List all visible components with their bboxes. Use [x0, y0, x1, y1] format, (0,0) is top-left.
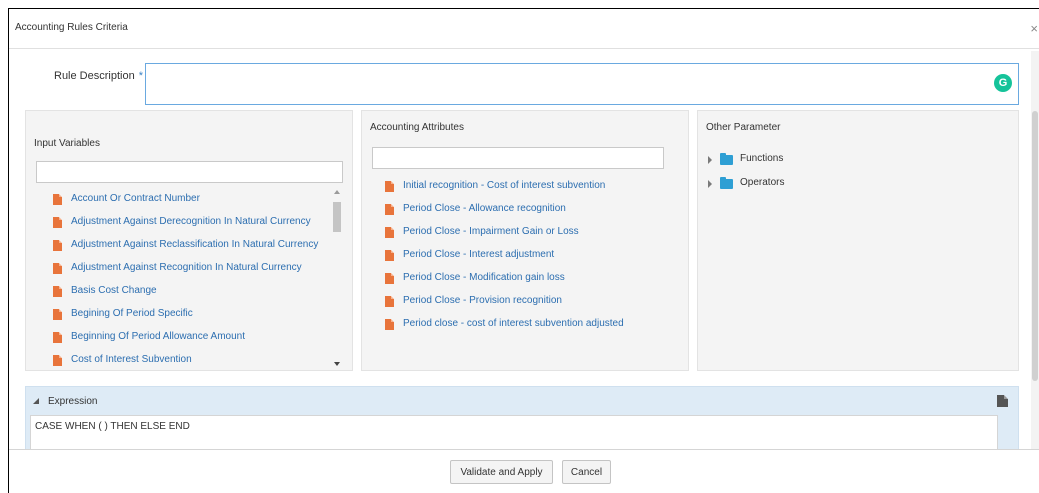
- folder-icon: [720, 153, 733, 165]
- list-item-label: Period Close - Modification gain loss: [403, 272, 565, 283]
- dialog-header: Accounting Rules Criteria ×: [9, 9, 1039, 49]
- scroll-up-icon[interactable]: [334, 190, 340, 194]
- input-variables-scrollbar[interactable]: [332, 190, 342, 366]
- expression-section: Expression CASE WHEN ( ) THEN ELSE END: [25, 386, 1019, 456]
- tree-node-label: Functions: [740, 153, 784, 164]
- document-icon[interactable]: [997, 395, 1008, 407]
- folder-icon: [720, 177, 733, 189]
- file-icon: [385, 250, 394, 261]
- list-item-label: Adjustment Against Reclassification In N…: [71, 239, 319, 250]
- dialog-footer: Validate and Apply Cancel: [9, 449, 1039, 493]
- dialog-scrollbar-thumb[interactable]: [1032, 111, 1038, 381]
- list-item-label: Adjustment Against Recognition In Natura…: [71, 262, 302, 273]
- accounting-rules-dialog: Accounting Rules Criteria × Rule Descrip…: [8, 8, 1039, 493]
- file-icon: [53, 332, 62, 343]
- input-variables-title: Input Variables: [34, 138, 100, 149]
- grammarly-icon[interactable]: G: [994, 74, 1012, 92]
- file-icon: [385, 319, 394, 330]
- expression-text: CASE WHEN ( ) THEN ELSE END: [35, 421, 190, 432]
- file-icon: [53, 263, 62, 274]
- rule-description-input[interactable]: [150, 68, 980, 98]
- rule-description-field[interactable]: G: [145, 63, 1019, 105]
- file-icon: [53, 286, 62, 297]
- file-icon: [53, 355, 62, 366]
- input-variables-search[interactable]: [36, 161, 343, 183]
- list-item-label: Period Close - Interest adjustment: [403, 249, 555, 260]
- accounting-attributes-title: Accounting Attributes: [370, 122, 464, 133]
- list-item-label: Period Close - Impairment Gain or Loss: [403, 226, 579, 237]
- required-icon: *: [138, 70, 143, 82]
- tree-node-label: Operators: [740, 177, 785, 188]
- dialog-title: Accounting Rules Criteria: [15, 22, 128, 33]
- rule-description-label-text: Rule Description: [54, 70, 135, 82]
- file-icon: [385, 204, 394, 215]
- other-parameter-title: Other Parameter: [706, 122, 781, 133]
- file-icon: [53, 309, 62, 320]
- input-variables-list: Account Or Contract Number Adjustment Ag…: [53, 192, 343, 372]
- list-item-label: Period Close - Provision recognition: [403, 295, 562, 306]
- dialog-scrollbar[interactable]: [1031, 51, 1039, 491]
- file-icon: [53, 240, 62, 251]
- file-icon: [385, 296, 394, 307]
- other-parameter-panel: Other Parameter Functions Operators: [697, 110, 1019, 371]
- accounting-attributes-list: Initial recognition - Cost of interest s…: [385, 179, 685, 339]
- list-item-label: Cost of Interest Subvention: [71, 354, 192, 365]
- scrollbar-thumb[interactable]: [333, 202, 341, 232]
- collapse-triangle-icon[interactable]: [33, 398, 39, 404]
- rule-description-label: Rule Description *: [54, 70, 143, 82]
- input-variables-panel: Input Variables Account Or Contract Numb…: [25, 110, 353, 371]
- file-icon: [385, 227, 394, 238]
- expand-caret-icon[interactable]: [708, 156, 712, 164]
- file-icon: [53, 217, 62, 228]
- validate-and-apply-button[interactable]: Validate and Apply: [450, 460, 553, 484]
- accounting-attributes-panel: Accounting Attributes Initial recognitio…: [361, 110, 689, 371]
- expression-title: Expression: [48, 396, 98, 407]
- cancel-button[interactable]: Cancel: [562, 460, 611, 484]
- list-item-label: Period Close - Allowance recognition: [403, 203, 566, 214]
- list-item-label: Beginning Of Period Allowance Amount: [71, 331, 245, 342]
- list-item-label: Account Or Contract Number: [71, 193, 200, 204]
- list-item-label: Initial recognition - Cost of interest s…: [403, 180, 606, 191]
- accounting-attributes-search[interactable]: [372, 147, 664, 169]
- list-item-label: Period close - cost of interest subventi…: [403, 318, 624, 329]
- list-item-label: Begining Of Period Specific: [71, 308, 193, 319]
- file-icon: [385, 273, 394, 284]
- list-item-label: Adjustment Against Derecognition In Natu…: [71, 216, 311, 227]
- file-icon: [385, 181, 394, 192]
- file-icon: [53, 194, 62, 205]
- close-icon[interactable]: ×: [1030, 22, 1038, 35]
- scroll-down-icon[interactable]: [334, 362, 340, 366]
- list-item-label: Basis Cost Change: [71, 285, 157, 296]
- expand-caret-icon[interactable]: [708, 180, 712, 188]
